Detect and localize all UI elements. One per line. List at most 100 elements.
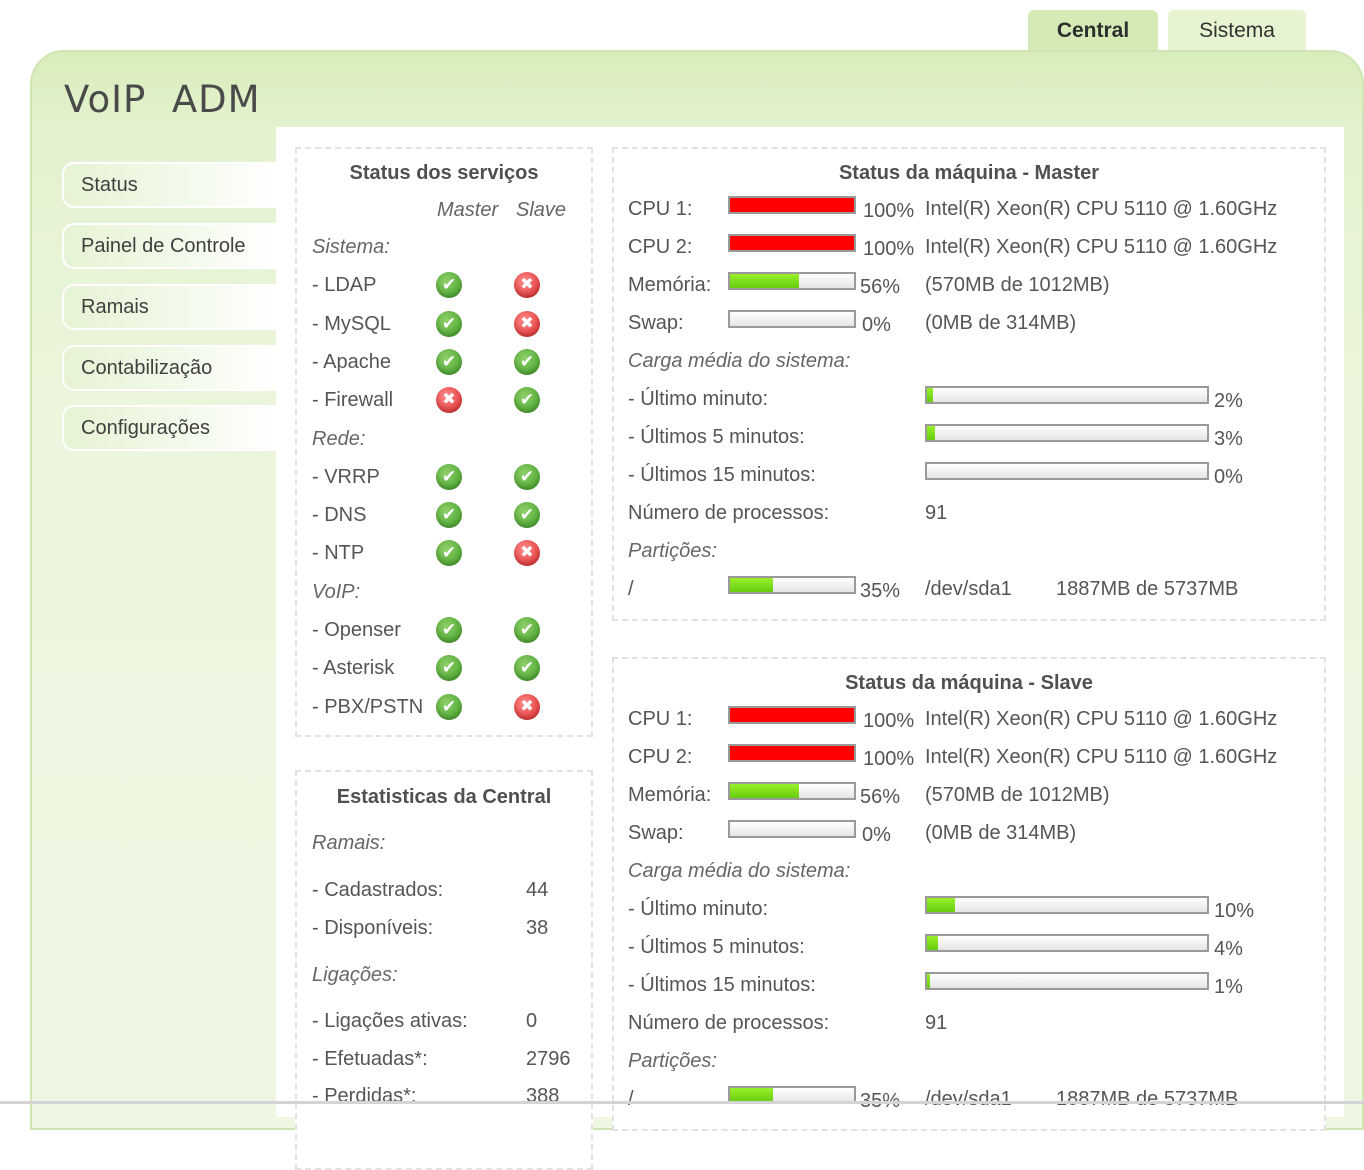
service-name: - NTP [312, 542, 365, 565]
swap-percent: 0% [862, 314, 891, 336]
efetuadas-value: 2796 [526, 1048, 571, 1070]
content-area: Status dos serviços Master Slave Sistema… [276, 127, 1344, 1170]
load1-bar [925, 896, 1209, 914]
service-name: - DNS [312, 504, 367, 527]
service-name: - Asterisk [312, 657, 395, 680]
cadastrados-value: 44 [526, 879, 549, 901]
status-ok-icon: ✔ [514, 387, 540, 414]
perdidas-label: - Perdidas*: [312, 1085, 417, 1107]
memory-bar-fill [730, 274, 800, 288]
service-name: - Openser [312, 619, 401, 641]
memory-detail: (570MB de 1012MB) [925, 784, 1110, 806]
status-ok-icon: ✔ [436, 463, 462, 490]
partitions-heading: Partições: [628, 540, 717, 562]
cpu1-bar [728, 706, 856, 724]
status-ok-icon: ✔ [436, 617, 462, 643]
partitions-heading: Partições: [628, 1050, 717, 1072]
status-ok-icon: ✔ [436, 502, 462, 529]
load15-bar-fill [927, 974, 930, 988]
load1-label: - Último minuto: [628, 898, 769, 920]
load15-bar [925, 462, 1209, 480]
cpu1-percent: 100% [863, 710, 915, 732]
service-group-label: Sistema: [312, 236, 390, 258]
load1-percent: 2% [1214, 390, 1243, 412]
memory-percent: 56% [860, 786, 901, 808]
service-name: - MySQL [312, 312, 391, 335]
cpu2-percent: 100% [863, 238, 915, 260]
service-group-label: VoIP: [312, 580, 361, 603]
partition-bar-fill [730, 1088, 774, 1102]
load5-label: - Últimos 5 minutos: [628, 426, 805, 448]
load15-bar [925, 972, 1209, 990]
app-logo: VoIP ADM [64, 78, 261, 121]
load15-percent: 1% [1214, 976, 1243, 998]
cpu2-bar-fill [730, 746, 854, 760]
load15-label: - Últimos 15 minutos: [628, 974, 816, 996]
machine-slave-panel: Status da máquina - Slave CPU 1: 100% Intel… [612, 657, 1326, 1131]
load5-label: - Últimos 5 minutos: [628, 936, 805, 958]
stats-panel: Estatisticas da Central Ramais: - Cadast… [295, 770, 593, 1170]
swap-percent: 0% [862, 824, 891, 846]
processes-value: 91 [925, 502, 948, 524]
partition-mount: / [628, 578, 634, 600]
partition-bar-fill [730, 578, 774, 592]
status-ok-icon: ✔ [514, 463, 540, 490]
partition-percent: 35% [860, 580, 901, 602]
sidebar-item-status[interactable]: Status [62, 162, 276, 208]
status-ok-icon: ✔ [436, 540, 462, 567]
load1-percent: 10% [1214, 900, 1255, 922]
status-ok-icon: ✔ [436, 348, 462, 375]
status-error-icon: ✖ [436, 387, 462, 414]
status-ok-icon: ✔ [514, 617, 540, 643]
memory-label: Memória: [628, 274, 712, 296]
machine-title: Status da máquina - Master [838, 162, 1100, 184]
memory-bar [728, 782, 856, 800]
tab-sistema[interactable]: Sistema [1168, 10, 1306, 50]
sidebar-item-configuracoes[interactable]: Configurações [62, 405, 276, 451]
cpu2-model: Intel(R) Xeon(R) CPU 5110 @ 1.60GHz [925, 746, 1278, 768]
sidebar-item-ramais[interactable]: Ramais [62, 284, 276, 330]
col-master-header: Master [437, 199, 499, 221]
load-heading: Carga média do sistema: [628, 860, 851, 882]
cpu2-percent: 100% [863, 748, 915, 770]
col-slave-header: Slave [516, 199, 567, 221]
status-error-icon: ✖ [514, 693, 540, 720]
service-name: - VRRP [312, 465, 380, 488]
perdidas-value: 388 [526, 1085, 560, 1107]
cpu1-label: CPU 1: [628, 198, 693, 220]
cpu1-label: CPU 1: [628, 708, 693, 730]
cpu2-bar [728, 234, 856, 252]
load5-bar [925, 934, 1209, 952]
service-name: - LDAP [312, 274, 377, 297]
ativas-label: - Ligações ativas: [312, 1010, 468, 1032]
status-ok-icon: ✔ [436, 693, 462, 720]
processes-value: 91 [925, 1012, 948, 1034]
cpu1-bar-fill [730, 708, 854, 722]
load1-bar-fill [927, 898, 955, 912]
cpu2-bar-fill [730, 236, 854, 250]
load15-label: - Últimos 15 minutos: [628, 464, 816, 486]
memory-bar-fill [730, 784, 800, 798]
efetuadas-label: - Efetuadas*: [312, 1048, 428, 1070]
swap-detail: (0MB de 314MB) [925, 312, 1077, 334]
processes-label: Número de processos: [628, 502, 830, 524]
machine-title: Status da máquina - Slave [845, 672, 1093, 694]
status-ok-icon: ✔ [514, 348, 540, 375]
status-error-icon: ✖ [514, 310, 540, 337]
tab-central[interactable]: Central [1028, 10, 1158, 50]
load5-bar-fill [927, 936, 939, 950]
partition-detail: 1887MB de 5737MB [1056, 578, 1239, 600]
ativas-value: 0 [526, 1010, 538, 1032]
top-tabs: Central Sistema [1028, 10, 1306, 50]
memory-percent: 56% [860, 276, 901, 298]
sidebar-item-contabilizacao[interactable]: Contabilização [62, 345, 276, 391]
load-heading: Carga média do sistema: [628, 350, 851, 372]
ramais-heading: Ramais: [312, 832, 386, 854]
service-name: - PBX/PSTN [312, 695, 424, 718]
service-name: - Apache [312, 350, 391, 373]
sidebar-item-painel-de-controle[interactable]: Painel de Controle [62, 223, 276, 269]
status-ok-icon: ✔ [436, 272, 462, 299]
disponiveis-value: 38 [526, 917, 549, 939]
memory-bar [728, 272, 856, 290]
services-title: Status dos serviços [349, 162, 539, 184]
